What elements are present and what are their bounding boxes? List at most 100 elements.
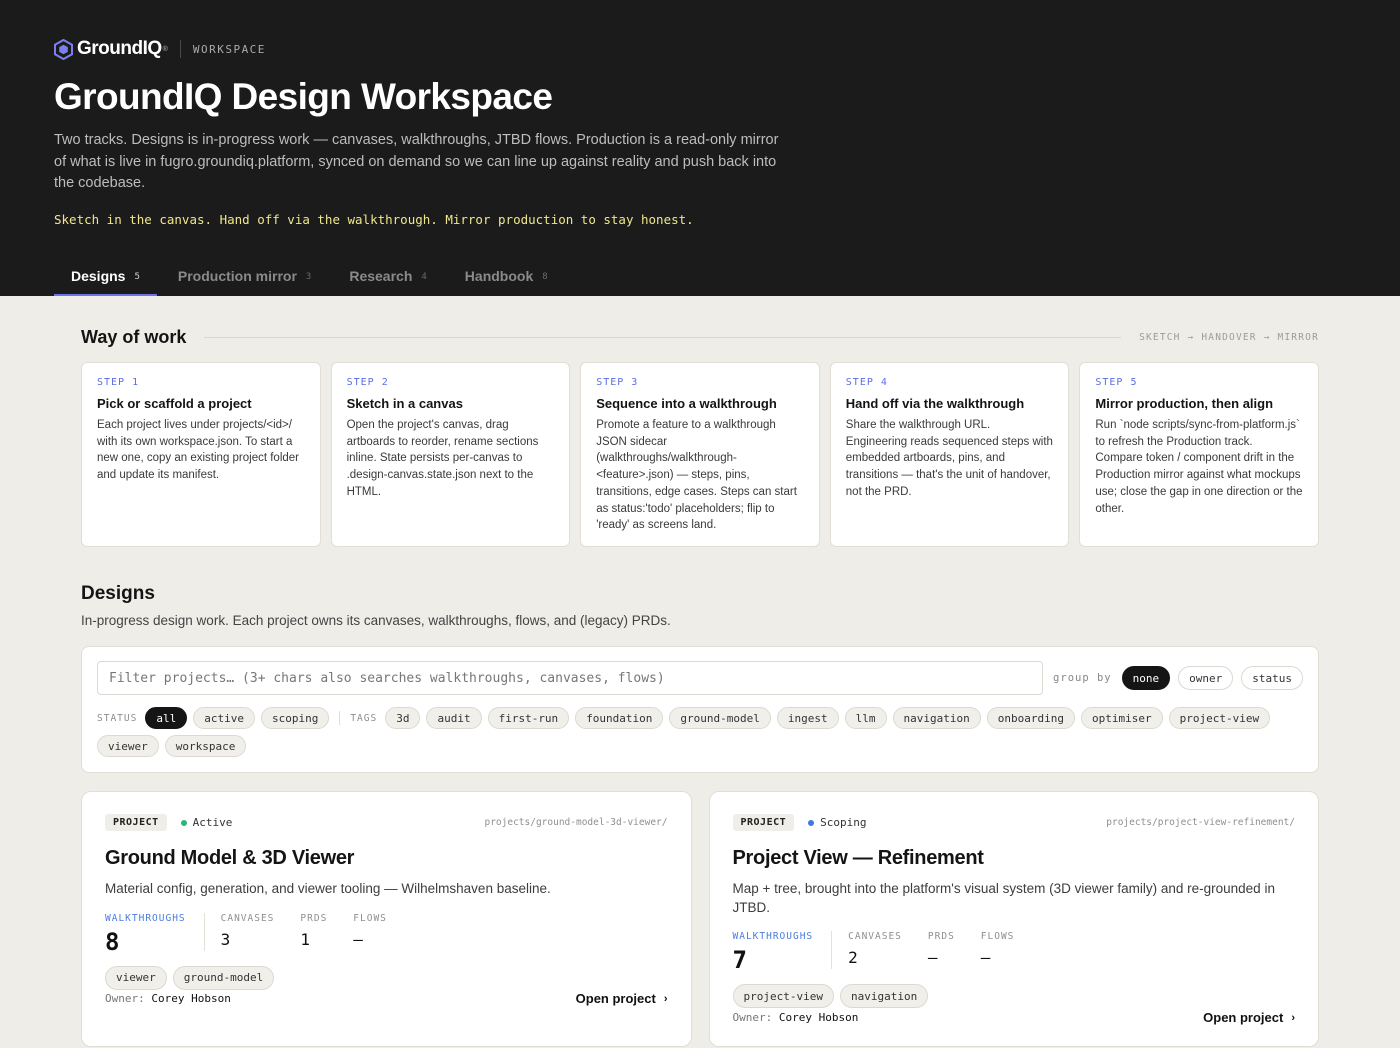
stat-flows: FLOWS — (353, 913, 387, 949)
step-title: Sketch in a canvas (346, 396, 463, 411)
tag-filter-optimiser[interactable]: optimiser (1081, 707, 1163, 729)
stat-divider (831, 931, 833, 969)
step-body: Each project lives under projects/<id>/ … (97, 419, 300, 482)
project-card[interactable]: PROJECT Active projects/ground-model-3d-… (81, 791, 692, 1047)
groundiq-logo-icon (54, 38, 73, 60)
stat-label: CANVASES (220, 912, 275, 924)
project-tags: viewer ground-model (105, 965, 668, 990)
stat-canvases: CANVASES 3 (221, 913, 275, 949)
tag-filter-foundation[interactable]: foundation (575, 707, 664, 729)
tab-designs[interactable]: Designs 5 (54, 250, 157, 296)
tag-filter-workspace[interactable]: workspace (164, 735, 247, 757)
project-stats: WALKTHROUGHS 8 CANVASES 3 PRDS 1 FLOWS — (105, 912, 668, 956)
tag-filter-llm[interactable]: llm (844, 707, 887, 729)
step-card: STEP 4 Hand off via the walkthrough Shar… (829, 362, 1070, 547)
stat-value: 3 (220, 929, 231, 949)
tab-research[interactable]: Research 4 (332, 250, 443, 296)
way-of-work-steps: STEP 1 Pick or scaffold a project Each p… (81, 362, 1319, 547)
stat-value: 7 (732, 946, 747, 974)
brand-name: GroundIQ (77, 38, 162, 59)
step-title: Pick or scaffold a project (97, 396, 252, 411)
project-tag[interactable]: viewer (105, 965, 167, 990)
step-body: Share the walkthrough URL. Engineering r… (845, 419, 1053, 498)
owner-name: Corey Hobson (151, 992, 231, 1005)
chip-divider (339, 711, 341, 725)
tag-filter-audit[interactable]: audit (426, 707, 482, 729)
way-of-work-flow: SKETCH → HANDOVER → MIRROR (1139, 332, 1319, 343)
stat-value: — (927, 948, 938, 967)
status-filter-active[interactable]: active (193, 707, 255, 729)
tab-label: Handbook (464, 268, 534, 284)
filter-projects-input[interactable] (97, 661, 1044, 695)
project-badge: PROJECT (732, 814, 795, 831)
tag-filter-navigation[interactable]: navigation (892, 707, 981, 729)
page-description: Two tracks. Designs is in-progress work … (54, 132, 779, 191)
open-project-link[interactable]: Open project › (576, 991, 668, 1006)
step-card: STEP 5 Mirror production, then align Run… (1079, 362, 1319, 547)
status-badge: Active (180, 816, 232, 829)
status-label: Scoping (820, 816, 867, 829)
project-owner: Owner: Corey Hobson (105, 992, 231, 1005)
stat-prds: PRDS — (928, 931, 955, 967)
filter-chips: STATUS all active scoping TAGS 3d audit … (97, 707, 1303, 757)
project-owner: Owner: Corey Hobson (733, 1011, 859, 1024)
tag-filter-3d[interactable]: 3d (385, 707, 421, 729)
tab-handbook[interactable]: Handbook 8 (448, 250, 565, 296)
tag-filter-onboarding[interactable]: onboarding (986, 707, 1075, 729)
project-badge: PROJECT (105, 814, 167, 831)
stat-label: PRDS (300, 912, 328, 924)
tag-filter-ingest[interactable]: ingest (776, 707, 839, 729)
brand-divider (179, 40, 181, 58)
tag-filter-viewer[interactable]: viewer (97, 735, 159, 757)
stat-label: CANVASES (848, 931, 902, 942)
step-label: STEP 2 (346, 377, 389, 388)
owner-name: Corey Hobson (778, 1011, 859, 1024)
tag-filter-project-view[interactable]: project-view (1168, 707, 1271, 729)
tab-count: 5 (134, 272, 140, 282)
open-project-link[interactable]: Open project › (1203, 1010, 1295, 1025)
step-label: STEP 3 (596, 377, 639, 388)
stat-canvases: CANVASES 2 (848, 931, 902, 967)
page-title: GroundIQ Design Workspace (54, 76, 553, 117)
tag-filter-first-run[interactable]: first-run (487, 707, 570, 729)
group-by-options: none owner status (1121, 666, 1303, 690)
tab-count: 3 (305, 272, 312, 282)
step-card: STEP 3 Sequence into a walkthrough Promo… (580, 362, 820, 547)
step-label: STEP 1 (97, 377, 140, 388)
project-tag[interactable]: navigation (839, 984, 929, 1008)
group-by-owner-button[interactable]: owner (1178, 666, 1234, 690)
tab-label: Designs (71, 268, 126, 284)
open-project-label: Open project (1203, 1010, 1284, 1025)
chevron-right-icon: › (663, 992, 668, 1005)
designs-title: Designs (81, 583, 155, 604)
stat-value: 8 (105, 927, 120, 956)
step-card: STEP 1 Pick or scaffold a project Each p… (81, 362, 321, 547)
open-project-label: Open project (575, 991, 656, 1006)
status-filter-all[interactable]: all (145, 707, 188, 729)
page-tagline: Sketch in the canvas. Hand off via the w… (54, 212, 694, 227)
chevron-right-icon: › (1291, 1011, 1295, 1024)
project-card[interactable]: PROJECT Scoping projects/project-view-re… (708, 791, 1319, 1047)
stat-label: FLOWS (980, 931, 1015, 942)
tab-label: Research (349, 268, 413, 284)
stat-label: FLOWS (353, 912, 387, 924)
tag-filter-ground-model[interactable]: ground-model (669, 707, 771, 729)
group-by-none-button[interactable]: none (1121, 666, 1171, 690)
tags-filter-label: TAGS (350, 712, 378, 724)
step-body: Promote a feature to a walkthrough JSON … (596, 419, 797, 532)
tab-production-mirror[interactable]: Production mirror 3 (161, 250, 328, 296)
way-of-work-header: Way of work SKETCH → HANDOVER → MIRROR (81, 327, 1319, 348)
status-filter-label: STATUS (97, 712, 138, 724)
status-filter-scoping[interactable]: scoping (260, 707, 330, 729)
filter-panel: group by none owner status STATUS all ac… (81, 646, 1319, 773)
stat-walkthroughs: WALKTHROUGHS 7 (733, 931, 814, 974)
stat-divider (203, 912, 205, 951)
step-label: STEP 5 (1095, 377, 1138, 388)
brand: GroundIQ ® WORKSPACE (54, 38, 266, 60)
group-by-status-button[interactable]: status (1241, 666, 1303, 690)
way-of-work-title: Way of work (81, 327, 187, 347)
project-stats: WALKTHROUGHS 7 CANVASES 2 PRDS — FLOWS — (733, 931, 1296, 974)
group-by-label: group by (1053, 672, 1112, 684)
project-tag[interactable]: ground-model (172, 965, 275, 990)
project-tag[interactable]: project-view (732, 984, 834, 1008)
